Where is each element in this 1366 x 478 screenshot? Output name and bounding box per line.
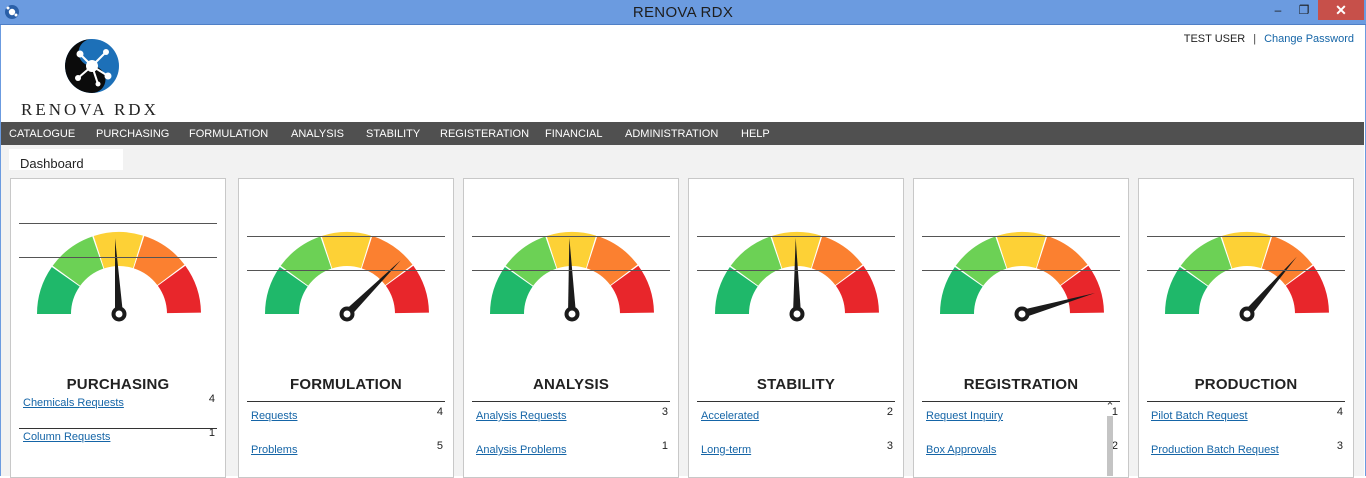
card-title: PRODUCTION: [1194, 376, 1298, 393]
card-row-link[interactable]: Chemicals Requests: [23, 397, 124, 409]
card-row: Long-term 3: [701, 438, 893, 462]
card-row: Production Batch Request 3: [1151, 438, 1343, 462]
close-button[interactable]: ✕: [1318, 0, 1364, 20]
card-row-divider: [922, 236, 1120, 237]
card-row-link[interactable]: Pilot Batch Request: [1151, 410, 1248, 422]
card-row-divider: [472, 270, 670, 271]
minimize-button[interactable]: –: [1264, 0, 1292, 20]
gauge-hub-center: [568, 310, 576, 318]
gauge-chart: [715, 232, 879, 322]
maximize-button[interactable]: ❐: [1290, 0, 1318, 20]
gauge-chart: [940, 232, 1104, 322]
card-title-divider: [922, 401, 1120, 402]
card-row-link[interactable]: Analysis Problems: [476, 444, 566, 456]
dashboard-card-production: PRODUCTION Pilot Batch Request 4 Production…: [1138, 178, 1354, 478]
menu-registeration[interactable]: REGISTERATION: [440, 128, 529, 140]
card-row-divider: [697, 236, 895, 237]
logo-text: RENOVA RDX: [21, 100, 159, 119]
scrollbar-thumb[interactable]: [1107, 416, 1113, 476]
card-row-link[interactable]: Long-term: [701, 444, 751, 456]
card-row-link[interactable]: Production Batch Request: [1151, 444, 1279, 456]
main-menu: CATALOGUE PURCHASING FORMULATION ANALYSI…: [1, 122, 1364, 145]
card-title: REGISTRATION: [963, 376, 1079, 393]
user-bar-separator: |: [1253, 33, 1257, 45]
card-row-count: 4: [436, 406, 443, 418]
card-title: ANALYSIS: [532, 376, 610, 393]
card-row-link[interactable]: Problems: [251, 444, 297, 456]
menu-stability[interactable]: STABILITY: [366, 128, 420, 140]
card-title-divider: [472, 401, 670, 402]
gauge-chart: [265, 232, 429, 322]
card-row-divider: [472, 236, 670, 237]
card-row-count: 3: [1336, 440, 1343, 452]
card-row: Accelerated 2: [701, 404, 893, 428]
menu-formulation[interactable]: FORMULATION: [189, 128, 268, 140]
window-title: RENOVA RDX: [632, 4, 734, 21]
card-row: Analysis Problems 1: [476, 438, 668, 462]
card-row-divider: [19, 223, 217, 224]
menu-catalogue[interactable]: CATALOGUE: [9, 128, 75, 140]
dashboard-card-registration: REGISTRATION Request Inquiry 1 Box Approval…: [913, 178, 1129, 478]
dashboard-card-stability: STABILITY Accelerated 2 Long-term 3: [688, 178, 904, 478]
dashboard-card-purchasing: PURCHASING Chemicals Requests 4 Column Requ…: [10, 178, 226, 478]
card-row: Analysis Requests 3: [476, 404, 668, 428]
menu-financial[interactable]: FINANCIAL: [545, 128, 602, 140]
card-title-divider: [1147, 401, 1345, 402]
card-row-count: 2: [886, 406, 893, 418]
card-row-divider: [922, 270, 1120, 271]
card-row-count: 3: [661, 406, 668, 418]
gauge-hub-center: [1243, 310, 1251, 318]
card-title-divider: [247, 401, 445, 402]
card-row: Requests 4: [251, 404, 443, 428]
card-title-divider: [697, 401, 895, 402]
gauge-chart: [490, 232, 654, 322]
card-row-divider: [1147, 270, 1345, 271]
card-row-link[interactable]: Accelerated: [701, 410, 759, 422]
menu-administration[interactable]: ADMINISTRATION: [625, 128, 718, 140]
card-row-count: 1: [661, 440, 668, 452]
user-name: TEST USER: [1183, 33, 1246, 45]
card-row-divider: [697, 270, 895, 271]
change-password-link[interactable]: Change Password: [1264, 33, 1354, 45]
gauge-hub-center: [793, 310, 801, 318]
card-row-count: 4: [208, 393, 215, 405]
card-row-link[interactable]: Box Approvals: [926, 444, 996, 456]
card-row-count: 4: [1336, 406, 1343, 418]
menu-help[interactable]: HELP: [741, 128, 770, 140]
gauge-chart: [1165, 232, 1329, 322]
chevron-up-icon[interactable]: ⌃: [1105, 402, 1115, 413]
gauge-hub-center: [115, 310, 123, 318]
gauge-hub-center: [343, 310, 351, 318]
card-row: Problems 5: [251, 438, 443, 462]
card-row: Chemicals Requests 4: [23, 391, 215, 415]
dashboard-card-formulation: FORMULATION Requests 4 Problems 5: [238, 178, 454, 478]
dashboard-card-analysis: ANALYSIS Analysis Requests 3 Analysis Probl…: [463, 178, 679, 478]
card-row-divider: [247, 236, 445, 237]
user-bar: TEST USER | Change Password: [1184, 33, 1354, 45]
card-title: STABILITY: [756, 376, 836, 393]
gauge-hub-center: [1018, 310, 1026, 318]
card-row-link[interactable]: Request Inquiry: [926, 410, 1003, 422]
card-row-divider: [247, 270, 445, 271]
card-title: FORMULATION: [290, 376, 402, 393]
card-row-divider: [19, 257, 217, 258]
card-row: Request Inquiry 1: [926, 404, 1118, 428]
gauge-chart: [37, 232, 201, 322]
card-row-count: 5: [436, 440, 443, 452]
menu-analysis[interactable]: ANALYSIS: [291, 128, 344, 140]
card-row-link[interactable]: Column Requests: [23, 431, 110, 443]
card-row-link[interactable]: Analysis Requests: [476, 410, 567, 422]
window-titlebar[interactable]: RENOVA RDX – ❐ ✕: [0, 0, 1366, 25]
card-row: Pilot Batch Request 4: [1151, 404, 1343, 428]
card-row-count: 1: [208, 427, 215, 439]
menu-purchasing[interactable]: PURCHASING: [96, 128, 169, 140]
card-row-count: 3: [886, 440, 893, 452]
card-row: Box Approvals 2: [926, 438, 1118, 462]
card-row: Column Requests 1: [23, 425, 215, 449]
card-row-divider: [1147, 236, 1345, 237]
card-row-link[interactable]: Requests: [251, 410, 297, 422]
